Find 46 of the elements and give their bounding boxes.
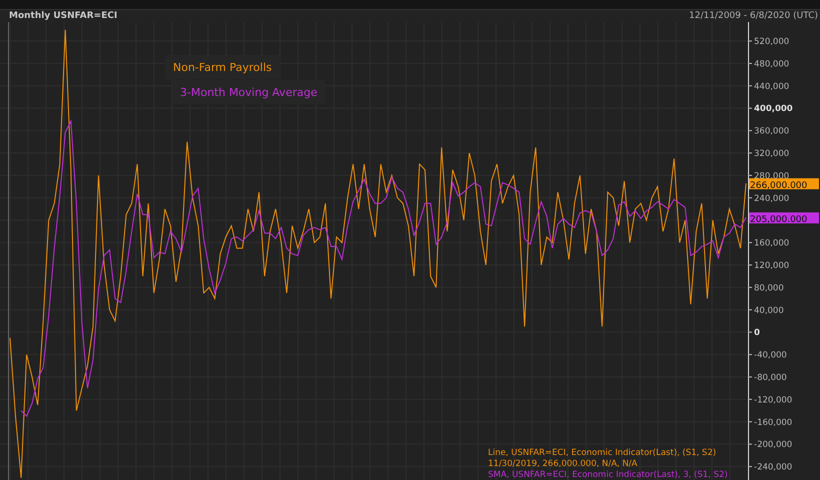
- tick-mark: [748, 398, 752, 400]
- tick-label: -40,000: [754, 350, 787, 361]
- tick-mark: [748, 309, 752, 310]
- chart-title: Monthly USNFAR=ECI: [9, 11, 118, 21]
- legend-label: 3-Month Moving Average: [172, 80, 326, 104]
- tick-mark: [748, 466, 752, 468]
- tick-label: 440,000: [754, 82, 790, 92]
- tick-mark: [748, 152, 752, 154]
- tick-mark: [748, 444, 752, 445]
- tick-mark: [748, 62, 752, 64]
- tick-label: -240,000: [754, 462, 792, 473]
- date-range: 12/11/2009 - 6/8/2020 (UTC): [689, 11, 818, 21]
- tick-mark: [748, 130, 752, 132]
- tick-label: -120,000: [754, 395, 792, 406]
- last-value-tag: 205,000.000: [749, 212, 819, 225]
- tick-mark: [748, 286, 752, 288]
- tick-mark: [748, 421, 752, 422]
- tick-label: -80,000: [754, 372, 787, 383]
- tick-mark: [748, 40, 752, 42]
- tick-label: 40,000: [754, 306, 784, 316]
- tick-mark: [748, 197, 752, 198]
- tick-label: 0: [754, 328, 760, 338]
- tick-mark: [748, 332, 752, 333]
- tick-label: 400,000: [754, 104, 793, 114]
- tick-label: 320,000: [754, 149, 790, 160]
- info-text: 11/30/2019, 266,000.000, N/A, N/A: [488, 459, 638, 469]
- tick-label: 160,000: [754, 238, 790, 249]
- info-text: SMA, USNFAR=ECI, Economic Indicator(Last), 3, (S1, S2): [488, 470, 728, 480]
- tick-label: -200,000: [754, 440, 792, 450]
- tick-label: -160,000: [754, 418, 792, 428]
- last-value-tag: 266,000.000: [749, 178, 819, 191]
- tick-mark: [748, 376, 752, 378]
- tick-mark: [748, 264, 752, 266]
- tick-mark: [748, 354, 752, 356]
- legend-label: Non-Farm Payrolls: [165, 55, 280, 79]
- tick-label: 520,000: [754, 37, 790, 48]
- tick-label: 120,000: [754, 261, 790, 271]
- tick-label: 480,000: [754, 59, 790, 70]
- tick-mark: [748, 108, 752, 109]
- tick-label: 360,000: [754, 126, 790, 137]
- tick-mark: [748, 85, 752, 86]
- tick-mark: [748, 242, 752, 244]
- tick-mark: [748, 174, 752, 176]
- info-text: Line, USNFAR=ECI, Economic Indicator(Last), (S1, S2): [488, 448, 716, 458]
- tick-label: 240,000: [754, 194, 790, 204]
- tick-label: 80,000: [754, 283, 784, 294]
